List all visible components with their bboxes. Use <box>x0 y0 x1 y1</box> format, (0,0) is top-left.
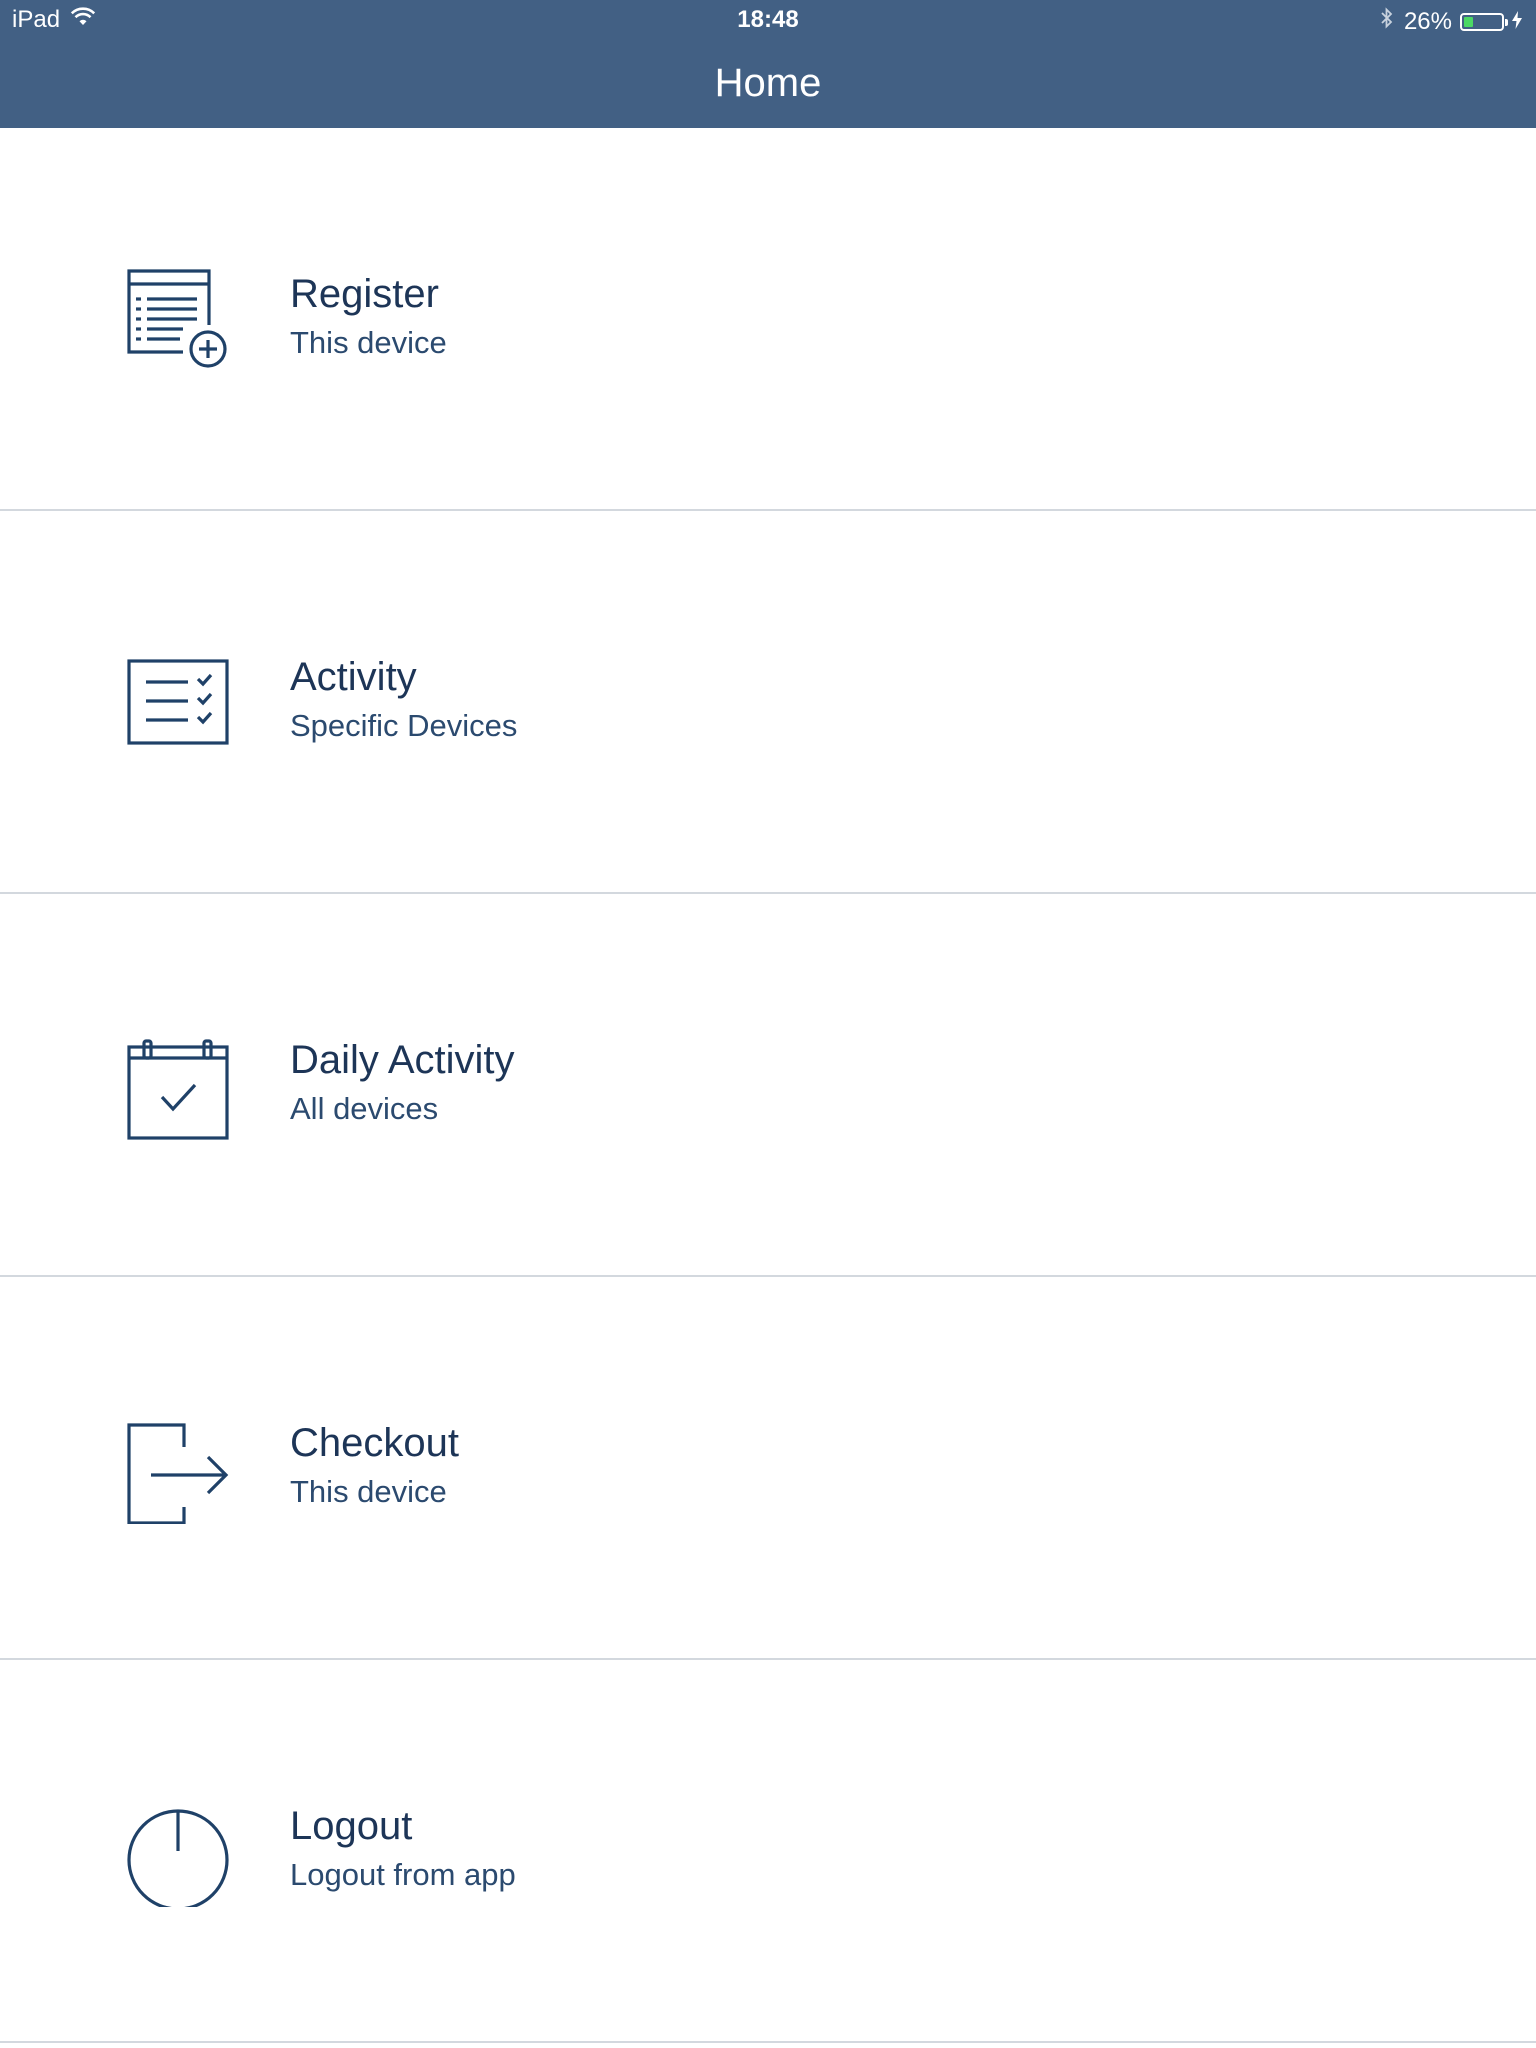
menu-item-title: Daily Activity <box>290 1038 515 1082</box>
power-icon <box>120 1795 232 1907</box>
checklist-icon <box>120 646 232 758</box>
menu-item-title: Logout <box>290 1804 413 1848</box>
menu-item-daily-activity[interactable]: Daily Activity All devices <box>0 894 1536 1277</box>
status-right: 26% <box>1380 6 1522 37</box>
menu-item-subtitle: This device <box>290 325 447 360</box>
menu-item-subtitle: All devices <box>290 1091 439 1126</box>
home-menu: Register This device Activity Specific D… <box>0 128 1536 2043</box>
battery-icon <box>1460 12 1508 31</box>
status-bar: iPad 18:48 26% <box>0 0 1536 40</box>
register-form-add-icon <box>120 263 232 375</box>
menu-item-subtitle: This device <box>290 1474 447 1509</box>
navigation-header: iPad 18:48 26% Home <box>0 0 1536 128</box>
menu-text-activity: Activity Specific Devices <box>290 653 517 747</box>
battery-level-fill <box>1464 16 1473 27</box>
bluetooth-icon <box>1380 6 1394 37</box>
menu-text-checkout: Checkout This device <box>290 1419 459 1513</box>
menu-item-title: Register <box>290 272 439 316</box>
status-time: 18:48 <box>737 6 799 33</box>
menu-item-subtitle: Logout from app <box>290 1857 516 1892</box>
battery-percentage: 26% <box>1403 7 1452 35</box>
menu-item-subtitle: Specific Devices <box>290 708 518 743</box>
menu-text-register: Register This device <box>290 270 447 364</box>
menu-item-checkout[interactable]: Checkout This device <box>0 1277 1536 1660</box>
menu-item-title: Activity <box>290 655 417 699</box>
exit-arrow-icon <box>120 1412 232 1524</box>
charging-bolt-icon <box>1512 8 1522 36</box>
menu-item-activity[interactable]: Activity Specific Devices <box>0 511 1536 894</box>
menu-text-logout: Logout Logout from app <box>290 1802 516 1896</box>
menu-item-logout[interactable]: Logout Logout from app <box>0 1660 1536 2043</box>
menu-item-title: Checkout <box>290 1421 459 1465</box>
menu-text-daily-activity: Daily Activity All devices <box>290 1036 515 1130</box>
calendar-check-icon <box>120 1029 232 1141</box>
menu-item-register[interactable]: Register This device <box>0 128 1536 511</box>
page-title: Home <box>714 61 822 105</box>
